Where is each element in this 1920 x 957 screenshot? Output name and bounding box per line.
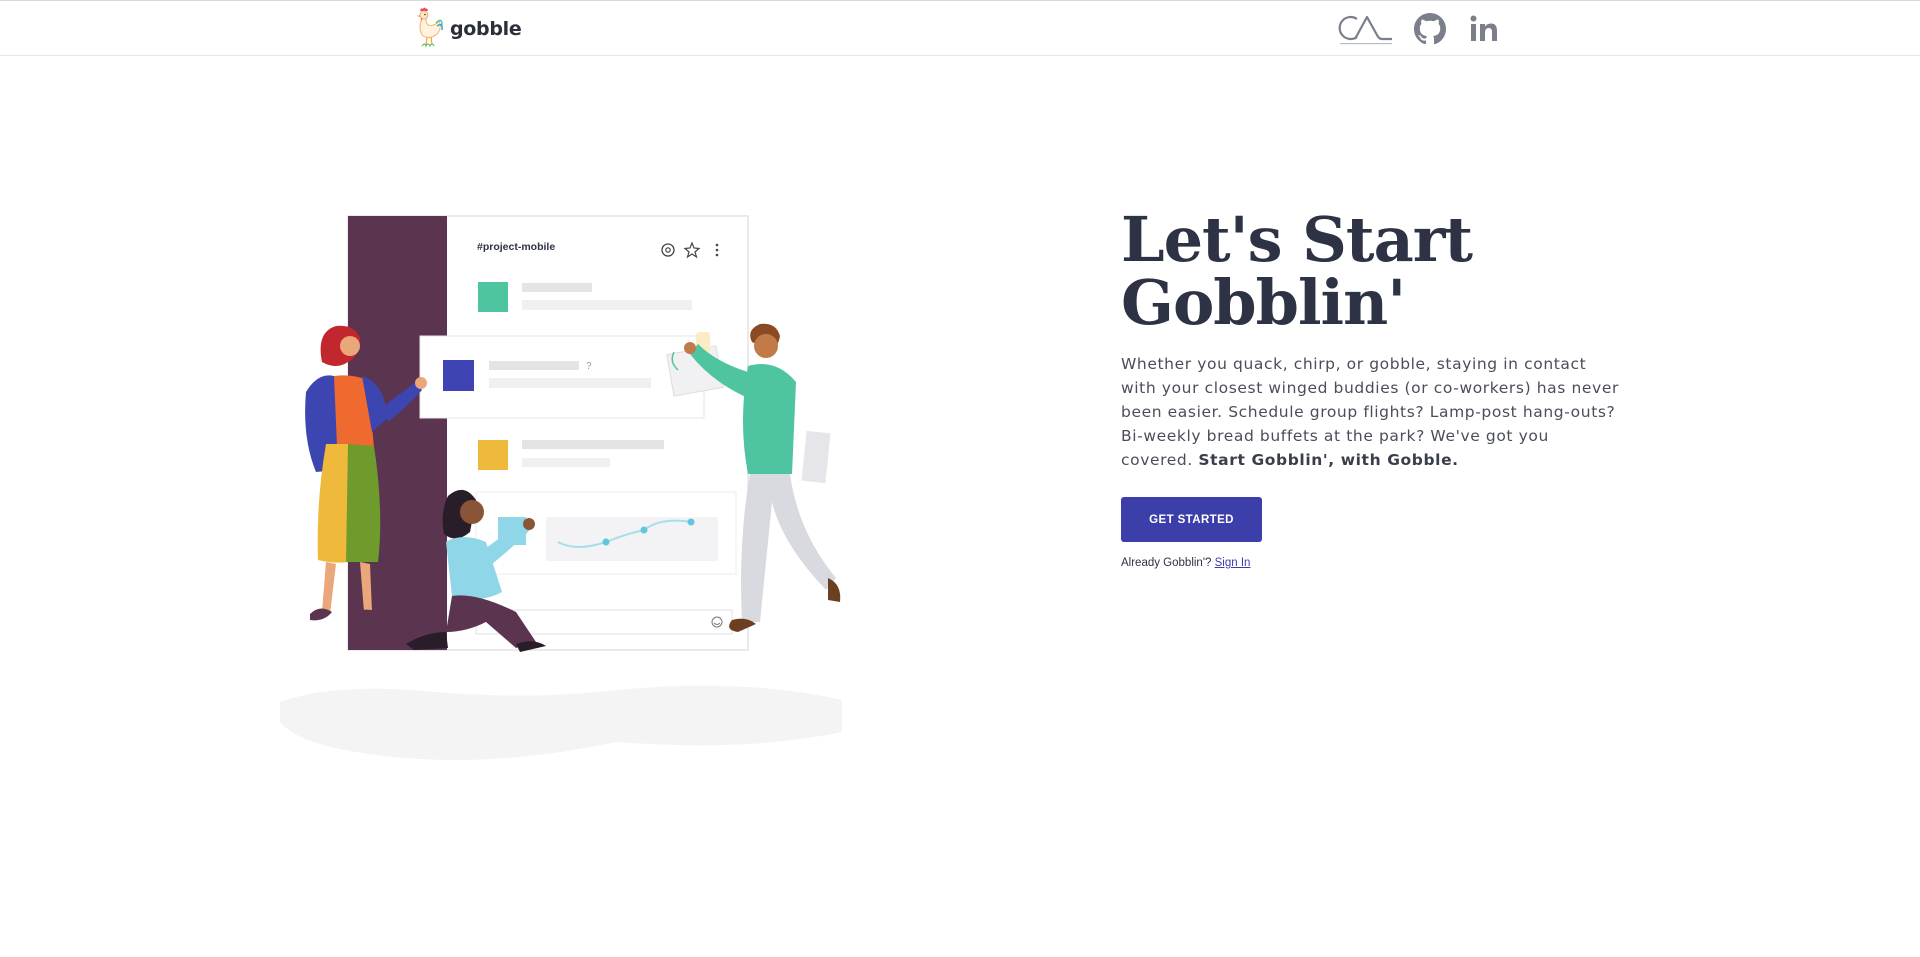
hero-headline: Let's Start Gobblin' <box>1121 203 1473 339</box>
hero-section: Let's Start Gobblin' Whether you quack, … <box>1121 208 1641 569</box>
tile-blue <box>443 360 474 391</box>
hero-tagline: Start Gobblin', with Gobble. <box>1198 451 1459 469</box>
channel-name: #project-mobile <box>477 241 555 253</box>
top-navbar: gobble <box>0 0 1920 56</box>
github-icon[interactable] <box>1414 13 1446 45</box>
get-started-button[interactable]: GET STARTED <box>1121 497 1262 542</box>
hero-description: Whether you quack, chirp, or gobble, sta… <box>1121 352 1626 472</box>
hero-illustration: #project-mobile ? <box>276 212 846 772</box>
portfolio-logo-icon[interactable] <box>1338 11 1394 47</box>
signin-prompt: Already Gobblin'? <box>1121 557 1212 569</box>
social-links <box>1338 9 1500 49</box>
brand-name: gobble <box>450 18 522 40</box>
signin-line: Already Gobblin'? Sign In <box>1121 557 1641 569</box>
more-icon <box>715 243 719 257</box>
rooster-icon <box>412 5 444 54</box>
question-mark: ? <box>586 361 592 372</box>
tile-yellow <box>478 440 508 470</box>
brand-home-link[interactable]: gobble <box>412 5 522 54</box>
linkedin-icon[interactable] <box>1468 13 1500 45</box>
sign-in-link[interactable]: Sign In <box>1215 557 1251 569</box>
tile-green <box>478 282 508 312</box>
